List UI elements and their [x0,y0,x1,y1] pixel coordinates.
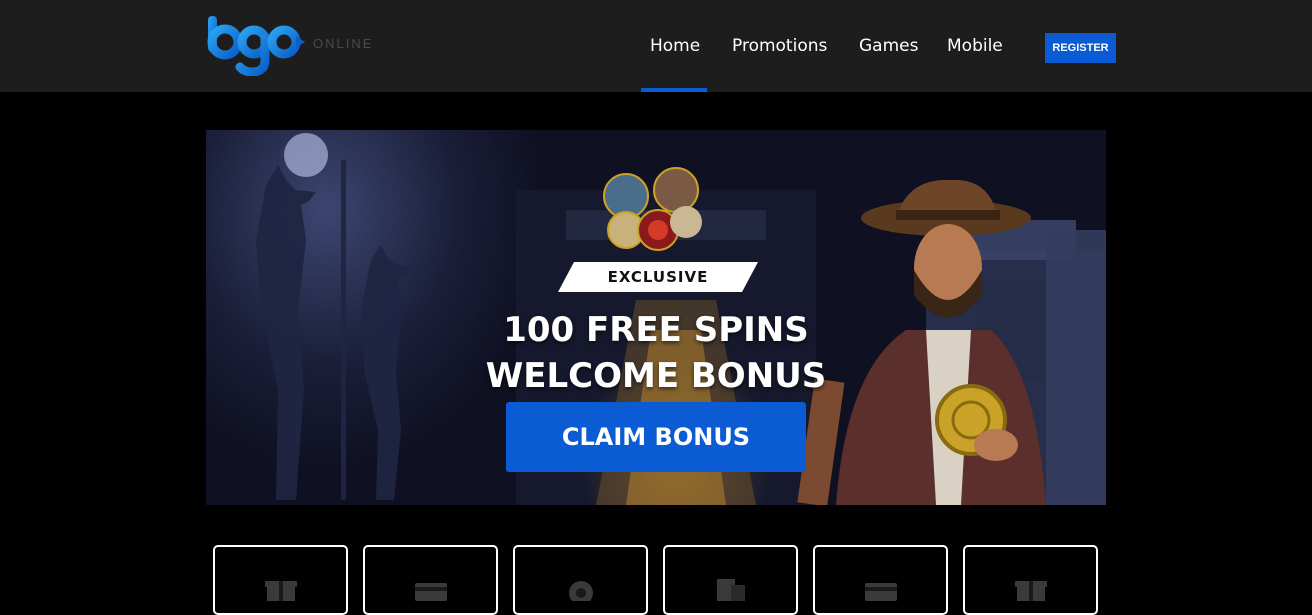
chip-icon [568,581,593,601]
headline-welcome-bonus: WELCOME BONUS [485,356,827,396]
tile-card-2[interactable] [813,545,948,615]
claim-bonus-button[interactable]: CLAIM BONUS [506,402,806,472]
card-icon [414,583,447,601]
top-header: ONLINE Home Promotions Games Mobile REGI… [0,0,1312,92]
headline-free-spins: 100 FREE SPINS [503,310,809,350]
card-icon [864,583,897,601]
exclusive-label: EXCLUSIVE [607,268,709,286]
anubis-figures [256,160,412,500]
nav-promotions[interactable]: Promotions [732,36,827,56]
gift-icon [1014,581,1047,601]
nav-games[interactable]: Games [859,36,918,56]
tile-phone[interactable] [663,545,798,615]
bgo-logo-mark [207,16,305,76]
tile-gift-2[interactable] [963,545,1098,615]
promo-banner[interactable]: EXCLUSIVE 100 FREE SPINS WELCOME BONUS C… [206,130,1106,505]
bgo-logo[interactable]: ONLINE [206,14,386,76]
nav-active-indicator [641,88,707,92]
logo-subtitle: ONLINE [313,36,374,51]
nav-mobile[interactable]: Mobile [947,36,1003,56]
nav-home[interactable]: Home [650,36,700,56]
tile-gift[interactable] [213,545,348,615]
gift-icon [264,581,297,601]
tile-card[interactable] [363,545,498,615]
phone-icon [716,579,745,601]
tile-chip[interactable] [513,545,648,615]
exclusive-badge: EXCLUSIVE [558,262,758,292]
register-button[interactable]: REGISTER [1045,33,1116,63]
